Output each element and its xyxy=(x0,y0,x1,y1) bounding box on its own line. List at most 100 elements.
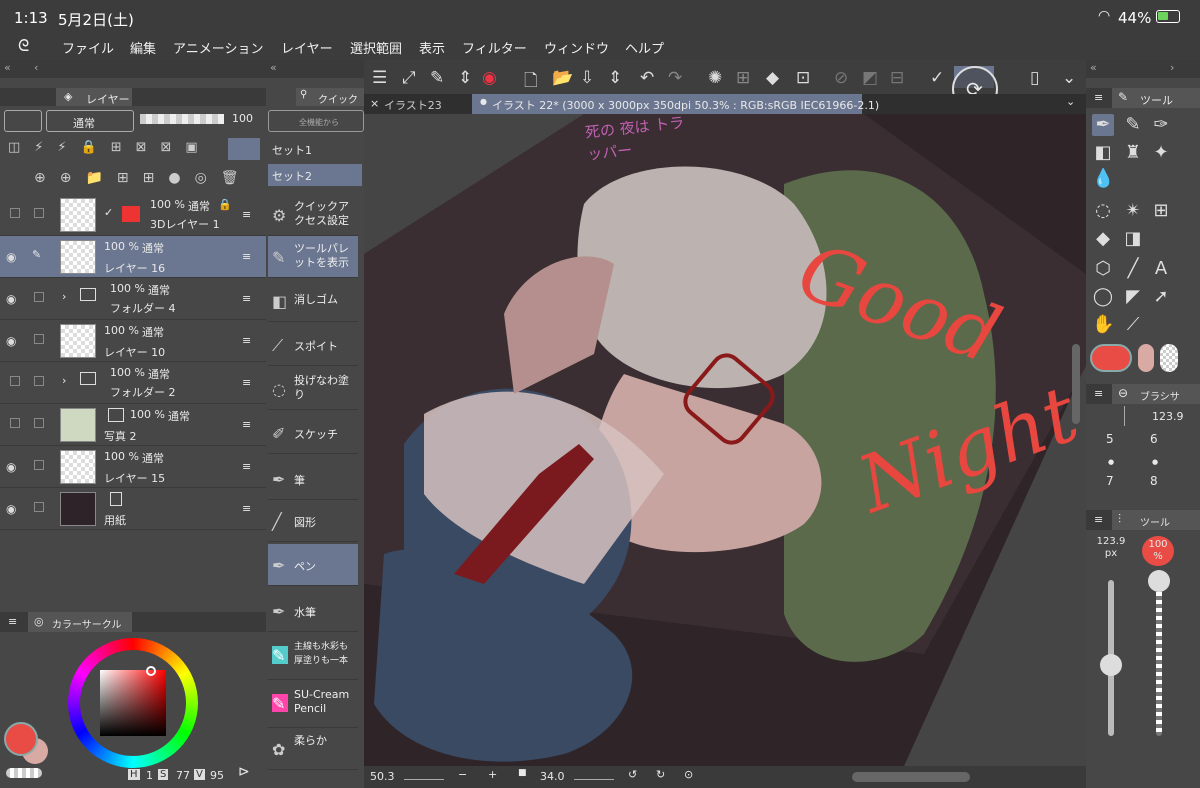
brush-preset[interactable]: 8 xyxy=(1150,474,1158,488)
eraser-tool-icon[interactable]: ◧ xyxy=(1092,142,1114,164)
lock-checkbox[interactable] xyxy=(34,460,44,470)
drag-handle-icon[interactable]: ≡ xyxy=(242,376,251,389)
quick-item[interactable]: ✎ SU-Cream Pencil xyxy=(268,682,358,728)
lock-checkbox[interactable] xyxy=(34,208,44,218)
eye-icon[interactable]: ◉ xyxy=(6,292,16,306)
chevron-right-icon[interactable]: › xyxy=(1170,61,1174,74)
lock-checkbox[interactable] xyxy=(34,334,44,344)
quick-item[interactable]: ✎ ツールパレットを表示 xyxy=(268,236,358,278)
app-logo-icon[interactable]: ᘓ xyxy=(18,36,29,56)
size-slider-track[interactable] xyxy=(1100,580,1122,736)
chevron-updown-icon[interactable]: ⇕ xyxy=(458,68,472,88)
drag-handle-icon[interactable]: ≡ xyxy=(242,460,251,473)
blend-tool-icon[interactable]: ♜ xyxy=(1122,142,1144,164)
quick-item[interactable]: ✒ 水筆 xyxy=(268,590,358,632)
quick-item[interactable]: ⚙ クイックアクセス設定 xyxy=(268,194,358,236)
line-tool-icon[interactable]: ╱ xyxy=(1122,258,1144,280)
opacity-slider[interactable] xyxy=(140,114,224,124)
balloon-tool-icon[interactable]: ◯ xyxy=(1092,286,1114,308)
crop-icon[interactable]: ⊡ xyxy=(796,68,810,88)
tab-brush-size[interactable]: ⊖ ブラシサ xyxy=(1112,384,1200,404)
tab-active[interactable]: ● イラスト 22* (3000 x 3000px 350dpi 50.3% :… xyxy=(472,94,879,114)
quick-item[interactable]: ◧ 消しゴム xyxy=(268,280,358,322)
menu-icon[interactable]: ☰ xyxy=(372,68,387,88)
menu-selection[interactable]: 選択範囲 xyxy=(350,38,402,57)
fill-icon[interactable]: ◆ xyxy=(766,68,779,88)
zoom-in-icon[interactable]: + xyxy=(488,768,497,781)
sub-color-chip[interactable] xyxy=(1138,344,1154,372)
set-2[interactable]: セット2 xyxy=(268,164,362,186)
layer-row[interactable]: › 100 % 通常 フォルダー 2 ≡ xyxy=(0,362,266,404)
layer-row[interactable]: ◉ 100 % 通常 レイヤー 15 ≡ xyxy=(0,446,266,488)
sparkle-tool-icon[interactable]: ✦ xyxy=(1150,142,1172,164)
layer-row[interactable]: ◉ ✎ 100 % 通常 レイヤー 16 ≡ xyxy=(0,236,266,278)
open-folder-icon[interactable]: 📂 xyxy=(552,68,573,88)
saturation-value-box[interactable] xyxy=(100,670,166,736)
pen-tool-icon[interactable]: ✒ xyxy=(1092,114,1114,136)
layer-row[interactable]: ◉ › 100 % 通常 フォルダー 4 ≡ xyxy=(0,278,266,320)
magic-wand-icon[interactable]: ✴ xyxy=(1122,200,1144,222)
tab-inactive[interactable]: × イラスト23 xyxy=(364,94,472,114)
brush-size-value[interactable]: 123.9 xyxy=(1152,410,1184,423)
drag-handle-icon[interactable]: ≡ xyxy=(242,250,251,263)
new-file-icon[interactable]: 🗋 xyxy=(524,68,538,97)
brush-size-slider[interactable] xyxy=(1124,406,1125,426)
drag-handle-icon[interactable]: ≡ xyxy=(242,208,251,221)
chevron-down-icon[interactable]: ⌄ xyxy=(1066,95,1075,108)
reset-rotation-icon[interactable]: ⊙ xyxy=(684,768,693,781)
close-icon[interactable]: × xyxy=(370,97,379,110)
menu-icon[interactable]: ≡ xyxy=(1094,91,1103,104)
tab-layer[interactable]: ◈ レイヤー xyxy=(56,88,132,106)
opacity-slider-track[interactable] xyxy=(1148,570,1170,736)
select-all-icon[interactable]: ⊘ xyxy=(834,68,848,88)
deselect-icon[interactable]: ⊟ xyxy=(890,68,904,88)
pencil-tool-icon[interactable]: ✎ xyxy=(1122,114,1144,136)
grid-tool-icon[interactable]: ⊞ xyxy=(1150,200,1172,222)
clip-studio-icon[interactable]: ◉ xyxy=(482,68,497,88)
quick-item[interactable]: ✿ 柔らか xyxy=(268,728,358,770)
layer-color-button[interactable] xyxy=(4,110,42,132)
operation-tool-icon[interactable]: ➚ xyxy=(1150,286,1172,308)
quick-item[interactable]: ✎ 主線も水彩も厚塗りも一本 xyxy=(268,634,358,680)
layer-mask-button[interactable] xyxy=(228,138,260,160)
fill-bucket-icon[interactable]: ◆ xyxy=(1092,228,1114,250)
menu-filter[interactable]: フィルター xyxy=(462,38,527,57)
opacity-value[interactable]: 100 xyxy=(232,112,253,125)
collapse-icon[interactable]: « xyxy=(4,61,11,74)
visibility-checkbox[interactable] xyxy=(10,376,20,386)
fit-window-icon[interactable]: ■ xyxy=(518,768,527,778)
layer-tool-row-2[interactable]: ⊕⊕📁⊞⊞●◎🗑 xyxy=(34,170,253,186)
quick-item[interactable]: ✒ 筆 xyxy=(268,458,358,500)
chevron-left-icon[interactable]: ‹ xyxy=(34,61,38,74)
main-color-swatch[interactable] xyxy=(4,722,38,756)
layer-tool-row-1[interactable]: ◫⚡⚡🔒⊞⊠⊠▣ xyxy=(8,140,212,155)
menu-edit[interactable]: 編集 xyxy=(130,38,156,57)
redo-icon[interactable]: ↷ xyxy=(668,68,682,88)
zoom-slider[interactable] xyxy=(404,772,444,780)
drag-handle-icon[interactable]: ≡ xyxy=(242,292,251,305)
brush-preset[interactable]: 6 xyxy=(1150,432,1158,446)
layer-row[interactable]: ◉ 用紙 ≡ xyxy=(0,488,266,530)
collapse-icon[interactable]: « xyxy=(270,61,277,74)
menu-icon[interactable]: ≡ xyxy=(8,615,17,628)
size-slider-knob[interactable] xyxy=(1100,653,1122,676)
gradient-icon[interactable]: ◨ xyxy=(1122,228,1144,250)
rotate-left-icon[interactable]: ↺ xyxy=(628,768,637,781)
lock-checkbox[interactable] xyxy=(34,376,44,386)
menu-help[interactable]: ヘルプ xyxy=(625,38,664,57)
brush-tool-icon[interactable]: ✑ xyxy=(1150,114,1172,136)
transparent-color-swatch[interactable] xyxy=(6,768,42,778)
check-icon[interactable]: ✓ xyxy=(930,68,944,88)
quick-item[interactable]: ✐ スケッチ xyxy=(268,412,358,454)
3d-object-icon[interactable]: ⬡ xyxy=(1092,258,1114,280)
menu-window[interactable]: ウィンドウ xyxy=(544,38,609,57)
quick-item[interactable]: ✒ ペン xyxy=(268,544,358,586)
layer-row[interactable]: ✓ 100 % 通常 🔒 3Dレイヤー 1 ≡ xyxy=(0,194,266,236)
set-1[interactable]: セット1 xyxy=(268,138,362,160)
device-icon[interactable]: ▯ xyxy=(1030,68,1039,88)
layer-row[interactable]: ◉ 100 % 通常 レイヤー 10 ≡ xyxy=(0,320,266,362)
collapse-icon[interactable]: « xyxy=(1090,61,1097,74)
invert-selection-icon[interactable]: ◩ xyxy=(862,68,878,88)
lock-checkbox[interactable] xyxy=(34,418,44,428)
drag-handle-icon[interactable]: ≡ xyxy=(242,334,251,347)
